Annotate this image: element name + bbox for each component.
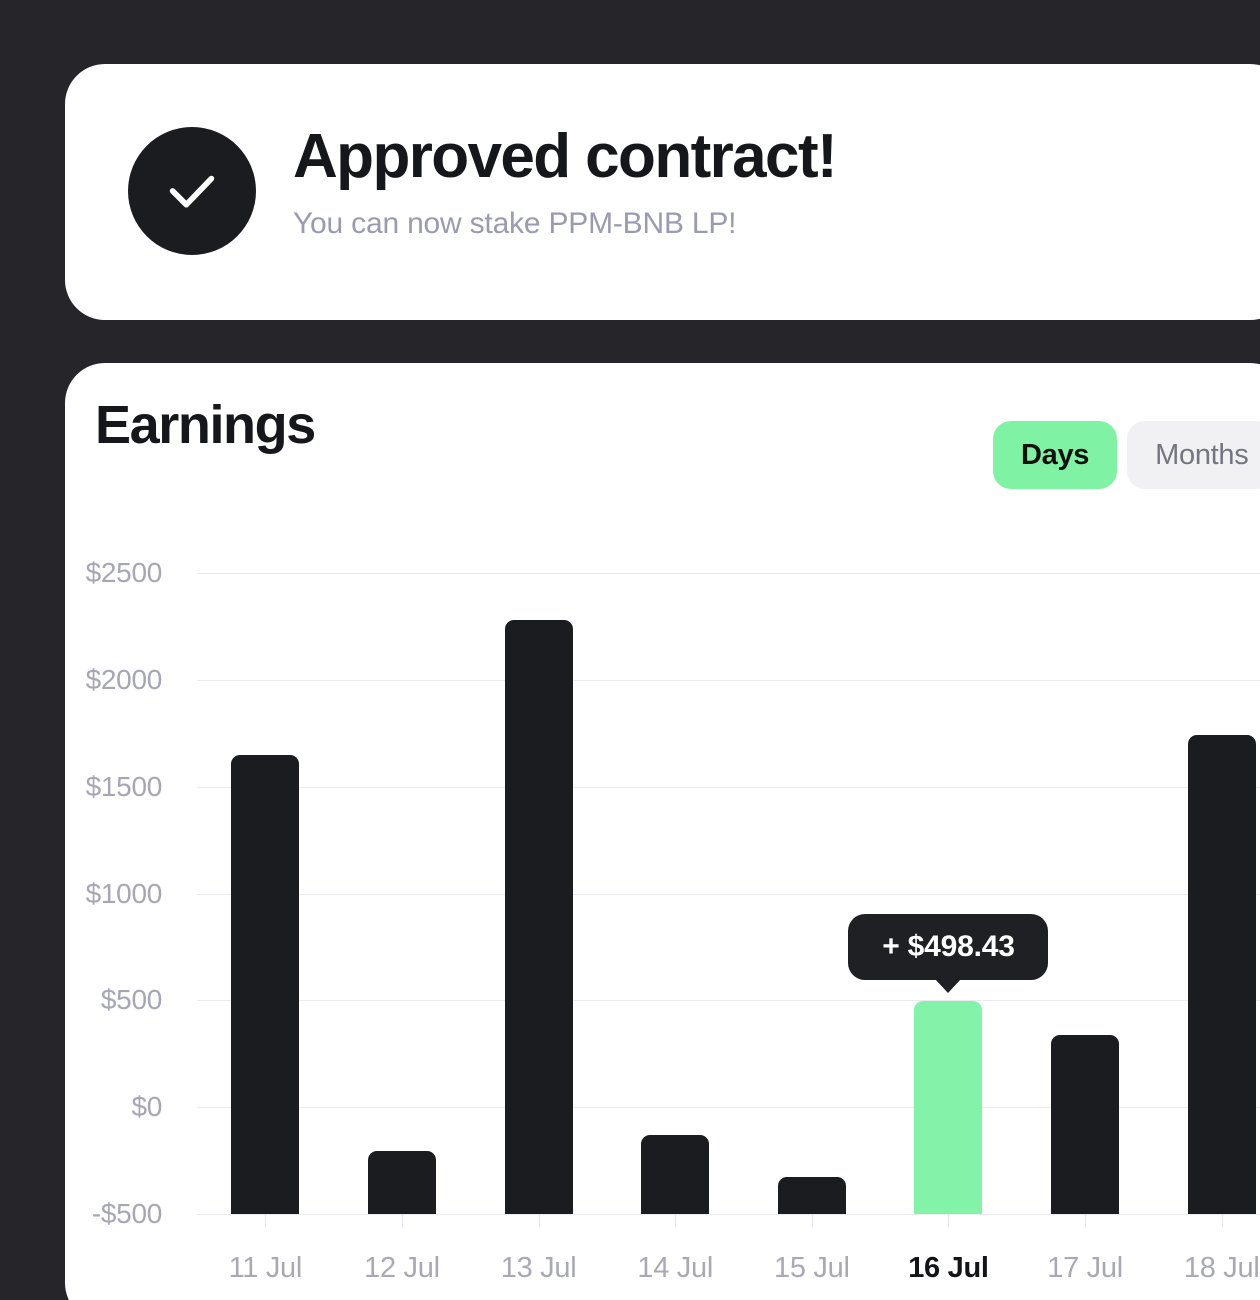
x-axis-tick [675,1214,677,1227]
y-axis-tick-label: $500 [100,984,162,1016]
x-axis-tick-label[interactable]: 18 Jul [1142,1252,1260,1285]
y-axis-tick-label: $1000 [85,877,163,909]
notification-subtitle: You can now stake PPM-BNB LP! [293,206,737,240]
x-axis-tick [811,1214,813,1227]
y-axis-tick-label: -$500 [91,1198,162,1229]
notification-text-block: Approved contract! You can now stake PPM… [293,122,1193,241]
x-axis-tick [401,1214,403,1227]
y-axis-tick-label: $2000 [85,663,163,695]
check-icon [169,175,215,208]
bar-15-jul[interactable] [777,1176,846,1214]
gridline [197,893,1260,895]
y-axis-tick-label: $1500 [85,770,163,802]
x-axis-tick [948,1214,950,1227]
y-axis-tick-label: $0 [131,1091,162,1123]
y-axis-tick-label: $2500 [85,557,163,588]
bar-12-jul[interactable] [367,1150,436,1214]
bar-11-jul[interactable] [231,754,300,1214]
x-axis-tick [1085,1214,1087,1227]
bar-18-jul[interactable] [1187,735,1256,1214]
bar-17-jul[interactable] [1051,1034,1120,1214]
gridline [197,1000,1260,1002]
tooltip-arrow-icon [935,978,962,993]
bar-chart-plot: $2500 $2000 $1500 $1000 $500 $0 -$500 11 Jul 12 … [65,363,1260,1300]
bar-14-jul[interactable] [641,1134,710,1214]
x-axis-tick [1221,1214,1223,1227]
bar-16-jul[interactable] [914,1000,983,1214]
gridline [197,573,1260,574]
bar-13-jul[interactable] [504,620,573,1214]
gridline [197,786,1260,788]
gridline [197,679,1260,681]
value-tooltip-label: + $498.43 [882,929,1015,963]
notification-card: Approved contract! You can now stake PPM… [65,64,1260,320]
check-circle-icon [128,127,256,255]
value-tooltip: + $498.43 [848,913,1049,993]
notification-title: Approved contract! [293,122,838,191]
gridline [197,1214,1260,1215]
x-axis-tick [265,1214,267,1227]
x-axis-tick [538,1214,540,1227]
earnings-chart-card: Earnings Days Months $2500 $2000 $1500 $100… [65,363,1260,1300]
